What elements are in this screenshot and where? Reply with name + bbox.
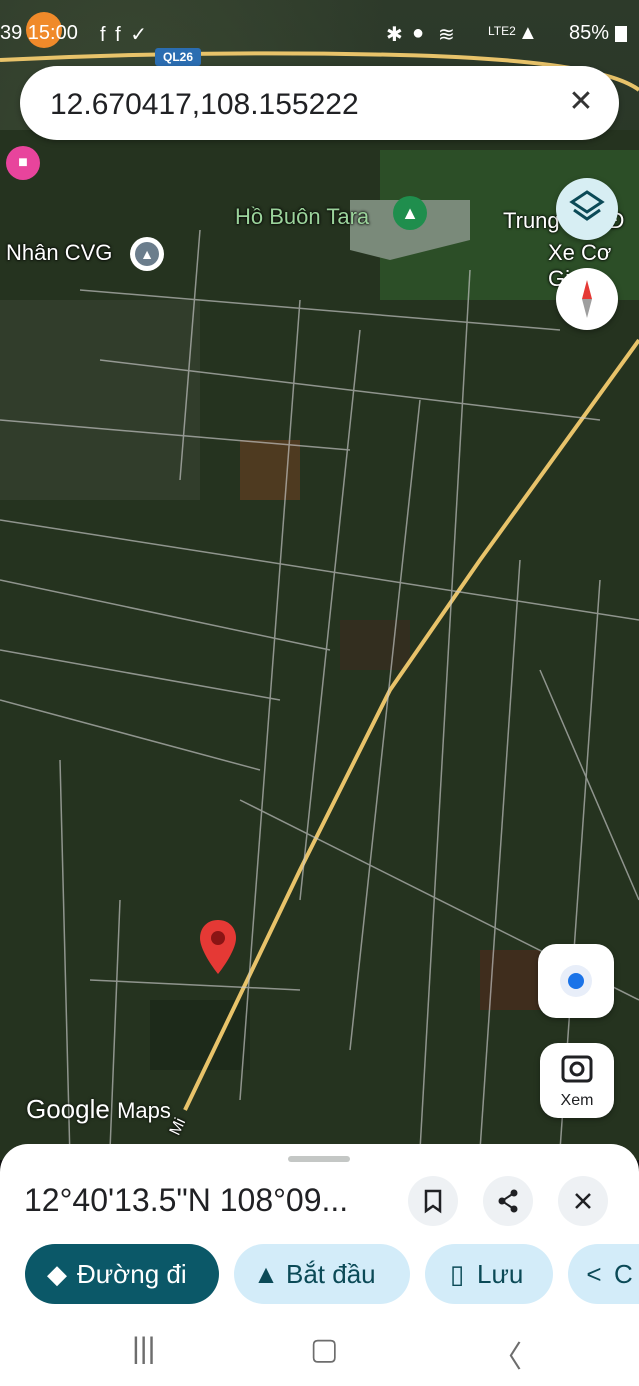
directions-label: Đường đi [77, 1259, 187, 1289]
layers-button[interactable] [556, 178, 618, 240]
compass-icon [582, 280, 592, 318]
place-coordinates-title: 12°40'13.5"N 108°09... [24, 1182, 349, 1218]
school-label[interactable]: Nhân CVG [6, 240, 112, 266]
park-icon[interactable]: ▲ [393, 196, 427, 230]
status-time: 39 15:00 [0, 22, 78, 44]
directions-button[interactable]: ◆ Đường đi [25, 1244, 219, 1304]
close-sheet-button[interactable] [558, 1176, 608, 1226]
navigation-arrow-icon: ▲ [253, 1259, 279, 1289]
share-chip-button[interactable]: < C [568, 1244, 639, 1304]
status-bar: 39 15:00 f f ✓ ✱ ● ≋ LTE2 ▲ 85% [0, 12, 639, 52]
start-label: Bắt đầu [286, 1259, 376, 1289]
share-chip-label: C [614, 1259, 633, 1289]
lake-label[interactable]: Hồ Buôn Tara [235, 204, 369, 230]
share-icon [498, 1189, 518, 1213]
signal-icon: ▲ [518, 22, 538, 44]
location-pin-icon[interactable] [198, 918, 238, 976]
google-logo-text: Google [26, 1094, 110, 1124]
close-icon[interactable]: ✕ [563, 84, 599, 120]
google-maps-logo: Google Maps [26, 1094, 171, 1125]
lens-view-button[interactable]: Xem [540, 1043, 614, 1118]
directions-icon: ◆ [47, 1259, 67, 1289]
bluetooth-icon: ✱ [386, 24, 403, 46]
wifi-icon: ≋ [438, 24, 455, 46]
school-icon[interactable]: ▲ [130, 237, 164, 271]
home-icon[interactable]: ▢ [310, 1332, 338, 1367]
share-button[interactable] [483, 1176, 533, 1226]
save-bookmark-button[interactable] [408, 1176, 458, 1226]
search-input[interactable]: 12.670417,108.155222 [50, 88, 359, 122]
compass-button[interactable] [556, 268, 618, 330]
close-icon [575, 1193, 591, 1209]
road-badge: QL26 [155, 48, 201, 66]
hotel-icon[interactable]: ■ [6, 146, 40, 180]
search-bar[interactable]: 12.670417,108.155222 ✕ [20, 66, 619, 140]
camera-search-icon [561, 1055, 593, 1083]
layers-icon [569, 190, 605, 221]
system-navigation-bar: ||| ▢ 〈 [0, 1310, 639, 1386]
my-location-button[interactable] [538, 944, 614, 1018]
battery-text: 85% [568, 22, 609, 44]
back-icon[interactable]: 〈 [492, 1332, 522, 1376]
lens-view-label: Xem [560, 1092, 594, 1109]
my-location-icon [560, 965, 592, 997]
sheet-drag-handle[interactable] [288, 1156, 350, 1162]
recent-apps-icon[interactable]: ||| [132, 1332, 155, 1366]
status-notification-icons: f f ✓ [100, 24, 149, 46]
save-button[interactable]: ▯ Lưu [425, 1244, 553, 1304]
share-icon: < [586, 1259, 602, 1289]
maps-logo-text: Maps [117, 1098, 171, 1123]
bookmark-icon [424, 1189, 442, 1214]
location-icon: ● [412, 22, 425, 44]
bookmark-icon: ▯ [449, 1259, 465, 1289]
signal-label: LTE2 [488, 24, 516, 38]
battery-icon [615, 26, 627, 42]
save-label: Lưu [477, 1259, 524, 1289]
start-button[interactable]: ▲ Bắt đầu [234, 1244, 410, 1304]
